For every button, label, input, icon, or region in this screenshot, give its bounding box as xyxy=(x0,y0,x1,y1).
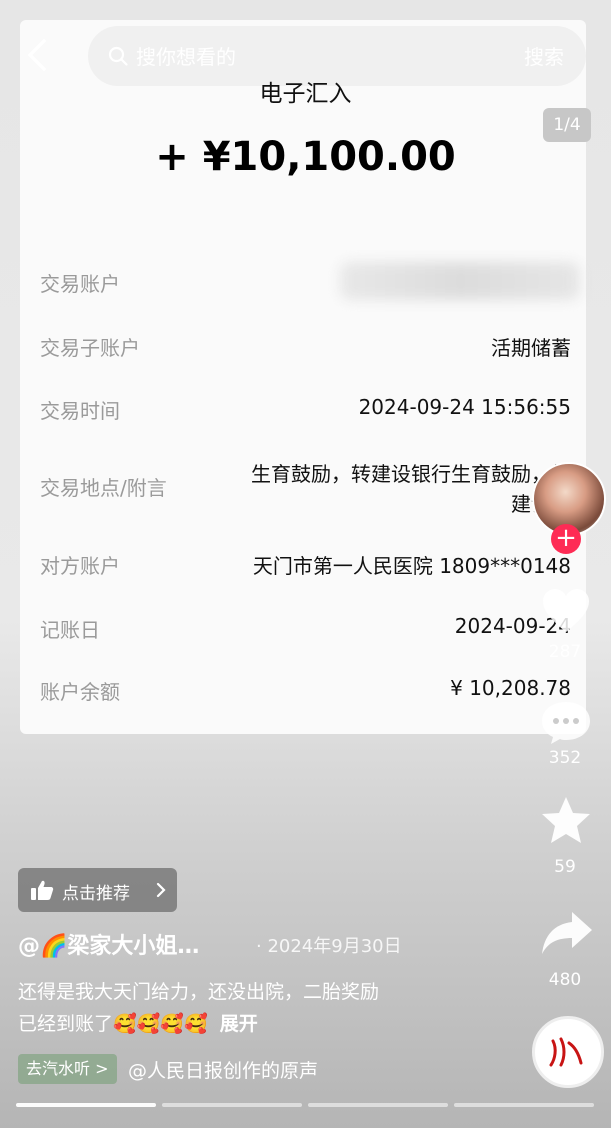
row-value-location-line1: 生育鼓励，转建设银行生育鼓励，转 xyxy=(251,462,571,486)
share-count: 480 xyxy=(548,970,582,990)
favorite-count: 59 xyxy=(554,857,576,877)
chevron-right-icon xyxy=(156,882,166,898)
thumbs-up-icon xyxy=(31,880,54,900)
progress-segment-4 xyxy=(454,1103,594,1107)
back-icon[interactable] xyxy=(26,38,48,72)
share-icon[interactable] xyxy=(540,910,594,956)
search-placeholder[interactable]: 搜你想看的 xyxy=(136,41,236,70)
search-button[interactable]: 搜索 xyxy=(524,41,564,70)
heart-icon[interactable] xyxy=(541,588,591,634)
post-description-line2: 已经到账了🥰🥰🥰🥰 xyxy=(18,1013,208,1035)
recommend-button[interactable]: 点击推荐 xyxy=(18,868,177,912)
blurred-account-number xyxy=(340,262,580,300)
row-label-time: 交易时间 xyxy=(40,399,120,423)
row-value-subaccount: 活期储蓄 xyxy=(491,336,571,360)
like-count: 287 xyxy=(548,642,582,662)
row-value-time: 2024-09-24 15:56:55 xyxy=(358,395,571,419)
comment-count: 352 xyxy=(548,748,582,768)
progress-segment-3 xyxy=(308,1103,448,1107)
post-description: 还得是我大天门给力，还没出院，二胎奖励 已经到账了🥰🥰🥰🥰 展开 xyxy=(18,976,498,1040)
comment-icon[interactable] xyxy=(540,700,592,746)
plus-icon: + xyxy=(555,523,577,553)
follow-button[interactable]: + xyxy=(551,524,581,554)
row-label-account: 交易账户 xyxy=(40,272,120,296)
recommend-label: 点击推荐 xyxy=(62,884,130,904)
post-description-line1: 还得是我大天门给力，还没出院，二胎奖励 xyxy=(18,981,380,1003)
amount: + ¥10,100.00 xyxy=(155,134,456,180)
row-label-location: 交易地点/附言 xyxy=(40,476,167,500)
search-icon xyxy=(108,46,128,66)
music-disc-logo xyxy=(549,1037,583,1067)
receipt-title: 电子汇入 xyxy=(259,81,352,107)
row-value-balance: ¥ 10,208.78 xyxy=(450,676,571,700)
expand-link[interactable]: 展开 xyxy=(220,1013,258,1035)
row-label-subaccount: 交易子账户 xyxy=(40,336,140,360)
row-label-counterparty: 对方账户 xyxy=(40,554,120,578)
music-disc[interactable] xyxy=(532,1016,604,1088)
row-value-counterparty: 天门市第一人民医院 1809***0148 xyxy=(252,554,571,578)
row-label-balance: 账户余额 xyxy=(40,680,120,704)
progress-segment-1 xyxy=(16,1103,156,1107)
post-date: · 2024年9月30日 xyxy=(256,936,402,957)
author-name[interactable]: @🌈梁家大小姐… xyxy=(18,928,199,960)
music-credit[interactable]: @人民日报创作的原声 xyxy=(128,1056,318,1083)
progress-segment-2 xyxy=(162,1103,302,1107)
star-icon[interactable] xyxy=(540,795,592,845)
row-label-posting-date: 记账日 xyxy=(40,618,100,642)
music-tag-button[interactable]: 去汽水听 > xyxy=(18,1054,117,1084)
